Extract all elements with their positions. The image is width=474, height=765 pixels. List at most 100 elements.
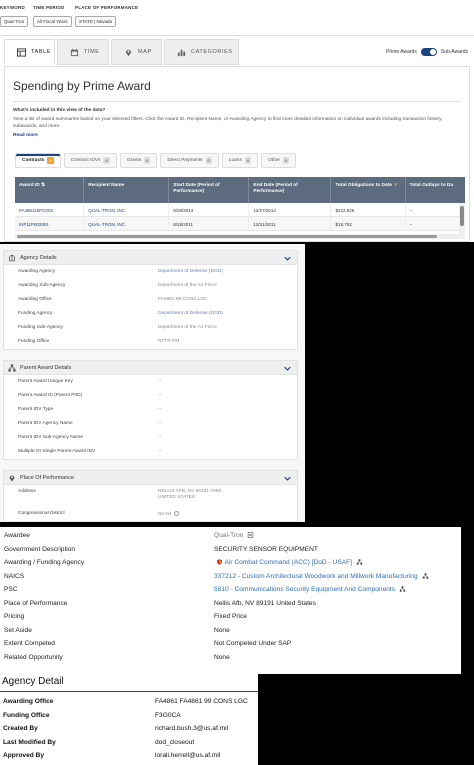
- tab-categories-label: CATEGORIES: [191, 49, 233, 55]
- awardee-name[interactable]: Qual-Tron: [214, 532, 243, 539]
- agency-detail-label: Approved By: [3, 752, 45, 759]
- column-header-award-id[interactable]: Award ID ⇅: [15, 177, 85, 203]
- tab-time[interactable]: TIME: [57, 39, 109, 65]
- detail-value: --: [158, 421, 162, 426]
- agency-detail-value: FA4861 FA4861 99 CONS LGC: [155, 698, 248, 705]
- info-icon[interactable]: [174, 511, 180, 516]
- set-aside-value[interactable]: None: [214, 627, 230, 634]
- table-horizontal-scrollbar[interactable]: [15, 234, 465, 239]
- detail-row: Awarding Sub-Agency Department of the Air…: [4, 279, 297, 293]
- detail-row: Awarding Office FA4861 99 CONS LGC: [4, 293, 297, 307]
- detail-label: Awarding Sub-Agency: [18, 283, 66, 288]
- award-type-toggle[interactable]: [420, 48, 437, 56]
- recipient-link[interactable]: QUAL-TRON, INC.: [84, 203, 170, 216]
- tab-grants[interactable]: Grants 0: [119, 153, 158, 168]
- hierarchy-icon[interactable]: [399, 586, 406, 592]
- tab-loans[interactable]: Loans 0: [221, 153, 259, 168]
- search-results-panel: KEYWORD Qual-Tron TIME PERIOD All Fiscal…: [0, 0, 474, 242]
- detail-value: --: [158, 435, 162, 440]
- results-panel: Spending by Prime Award What's included …: [4, 66, 470, 242]
- tab-contracts-count: 2: [47, 157, 54, 164]
- outlays-cell: --: [406, 217, 465, 230]
- parent-award-header[interactable]: Parent Award Details: [4, 361, 297, 375]
- detail-row: Awarding Agency Department of Defense (DO…: [4, 265, 297, 279]
- summary-value: Nellis Afb, NV 89191 United States: [214, 599, 316, 607]
- column-header-total-outlays[interactable]: Total Outlays to Da: [406, 177, 465, 203]
- detail-value-link[interactable]: Department of Defense (DOD): [158, 311, 223, 316]
- summary-label: Awardee: [4, 532, 30, 539]
- map-pin-icon: [9, 475, 15, 482]
- summary-row: Set Aside None: [4, 625, 459, 639]
- agency-value: Air Combat Command (ACC) [DoD - USAF]: [214, 559, 363, 566]
- time-period-filter-label: TIME PERIOD: [33, 5, 65, 10]
- summary-value: Fixed Price: [214, 613, 247, 620]
- detail-value: --: [158, 393, 162, 398]
- psc-link[interactable]: 5810 - Communications Security Equipment…: [214, 586, 395, 593]
- hierarchy-icon[interactable]: [422, 573, 429, 579]
- hierarchy-icon: [8, 363, 16, 372]
- scrollbar-thumb[interactable]: [17, 235, 437, 238]
- detail-label: Multiple Or Single Parent Award IDV: [18, 449, 96, 454]
- tab-map[interactable]: MAP: [111, 39, 162, 65]
- summary-value: None: [214, 653, 230, 661]
- detail-row: Funding Office NTTR PM: [4, 335, 297, 349]
- hierarchy-icon[interactable]: [356, 559, 363, 565]
- detail-label: Funding Sub-Agency: [18, 325, 63, 330]
- agency-details-header[interactable]: Agency Details: [4, 251, 297, 265]
- summary-row: PSC 5810 - Communications Security Equip…: [4, 584, 459, 598]
- end-date-cell: 12/27/2014: [249, 203, 332, 216]
- scrollbar-thumb[interactable]: [460, 206, 464, 226]
- tab-table[interactable]: TABLE: [4, 39, 55, 65]
- award-id-link[interactable]: INF11P002801: [15, 217, 85, 230]
- tab-contract-idvs[interactable]: Contract IDVs 0: [63, 153, 117, 168]
- tab-table-label: TABLE: [31, 49, 52, 55]
- district-value: NV-04: [158, 511, 180, 517]
- detail-value-link[interactable]: Department of Defense (DOD): [158, 269, 223, 274]
- column-header-end-date[interactable]: End Date (Period of Performance): [249, 177, 332, 203]
- chevron-down-icon[interactable]: [284, 255, 291, 262]
- agency-detail-title: Agency Detail: [2, 676, 64, 687]
- tab-direct-payments-label: Direct Payments: [167, 158, 203, 163]
- address-line-1: NELLIS AFB, NV 89191-7063: [158, 489, 222, 494]
- summary-row: Awardee Qual-Tron: [4, 530, 459, 544]
- keyword-filter-chip[interactable]: Qual-Tron: [0, 16, 29, 27]
- place-filter-chip[interactable]: STATE | Nevada: [75, 16, 117, 27]
- detail-row: Parent Award Unique Key --: [4, 375, 297, 389]
- summary-row: Pricing Fixed Price: [4, 611, 459, 625]
- tab-other[interactable]: Other 0: [261, 153, 297, 168]
- summary-label: Place of Performance: [4, 599, 68, 607]
- detail-label: Parent IDV Sub-Agency Name: [18, 435, 84, 440]
- detail-row: Address NELLIS AFB, NV 89191-7063 UNITED…: [4, 485, 297, 507]
- column-header-total-obligations[interactable]: Total Obligations to Date ▼: [331, 177, 406, 203]
- place-of-performance-header[interactable]: Place Of Performance: [4, 471, 297, 485]
- agency-link[interactable]: Air Combat Command (ACC) [DoD - USAF]: [224, 559, 352, 566]
- detail-label: Awarding Agency: [18, 269, 55, 274]
- column-header-recipient[interactable]: Recipient Name: [84, 177, 170, 203]
- keyword-filter: KEYWORD Qual-Tron: [0, 5, 29, 28]
- summary-row: Related Opportunity None: [4, 652, 459, 666]
- outlays-cell: --: [406, 203, 465, 216]
- agency-detail-row: Approved By lorali.herrell@us.af.mil: [3, 750, 258, 764]
- summary-row: Awarding / Funding Agency Air Combat Com…: [4, 557, 459, 571]
- column-header-start-date[interactable]: Start Date (Period of Performance): [169, 177, 250, 203]
- chevron-down-icon[interactable]: [284, 365, 291, 372]
- award-details-panel: Agency Details Awarding Agency Department…: [0, 244, 305, 522]
- recipient-link[interactable]: QUAL-TRON, INC.: [84, 217, 170, 230]
- award-id-link[interactable]: FA486115PC003: [15, 203, 85, 216]
- tab-contracts-label: Contracts: [22, 158, 45, 163]
- time-period-filter-chip[interactable]: All Fiscal Years: [33, 16, 72, 27]
- tab-contracts[interactable]: Contracts 2: [15, 153, 61, 168]
- obligations-cell: $222,626: [331, 203, 406, 216]
- read-more-link[interactable]: Read more: [5, 130, 469, 138]
- tab-categories[interactable]: CATEGORIES: [164, 39, 239, 65]
- agency-detail-label: Last Modified By: [3, 738, 56, 746]
- chevron-down-icon[interactable]: [284, 475, 291, 482]
- tab-direct-payments[interactable]: Direct Payments 0: [160, 153, 219, 168]
- blank-region: [258, 674, 474, 765]
- detail-row: Multiple Or Single Parent Award IDV --: [4, 445, 297, 459]
- detail-value: FA4861 99 CONS LGC: [158, 297, 208, 302]
- table-row: INF11P002801 QUAL-TRON, INC. 8/18/2011 1…: [15, 217, 465, 231]
- naics-link[interactable]: 337212 - Custom Architectural Woodwork a…: [214, 573, 418, 580]
- contract-summary-panel: Awardee Qual-Tron Government Description…: [0, 527, 461, 674]
- page-title: Spending by Prime Award: [13, 79, 151, 93]
